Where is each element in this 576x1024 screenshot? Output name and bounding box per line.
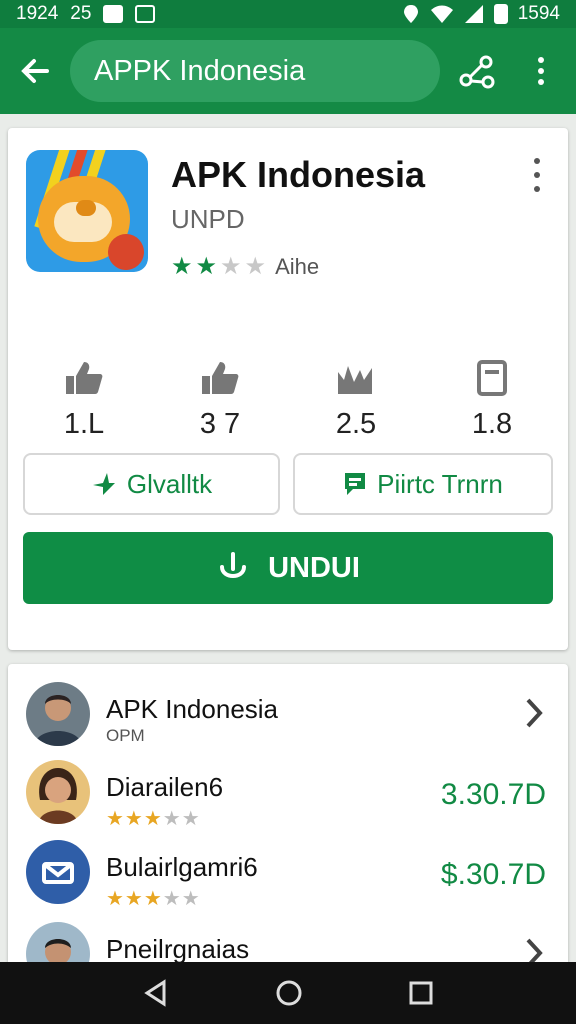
avatar xyxy=(26,682,90,746)
app-bar: APPK Indonesia xyxy=(0,28,576,114)
message-icon xyxy=(345,473,366,495)
nav-recents-icon[interactable] xyxy=(408,980,434,1006)
document-icon xyxy=(477,360,507,396)
stat-2: 3 7 xyxy=(160,358,280,441)
tertiary-action-button[interactable]: Piirtc Trnrn xyxy=(293,453,553,515)
stat-3: 2.5 xyxy=(296,358,416,441)
nav-back-icon[interactable] xyxy=(142,979,170,1007)
secondary-action-button[interactable]: Glvalltk xyxy=(23,453,280,515)
share-icon[interactable] xyxy=(456,50,498,92)
search-field[interactable]: APPK Indonesia xyxy=(70,40,440,102)
nav-home-icon[interactable] xyxy=(274,978,304,1008)
developer-name[interactable]: UNPD xyxy=(171,204,245,235)
image-icon xyxy=(135,5,156,23)
star-empty-icon: ★ xyxy=(220,253,242,280)
list-item[interactable]: Diarailen6 ★★★★★ 3.30.7D xyxy=(8,750,568,834)
bolt-icon xyxy=(92,473,115,495)
related-apps-list: APK Indonesia OPM Diarailen6 ★★★★★ 3.30.… xyxy=(8,664,568,984)
app-title: APK Indonesia xyxy=(171,154,426,195)
download-icon xyxy=(220,552,247,578)
list-item[interactable]: APK Indonesia OPM xyxy=(8,672,568,756)
app-details-card: APK Indonesia UNPD ★ ★ ★ ★ Aihe 1.L 3 7 … xyxy=(8,128,568,650)
status-extra: 25 xyxy=(70,3,92,24)
rating-label: Aihe xyxy=(275,253,320,279)
star-icon: ★ xyxy=(171,253,193,280)
notification-icon xyxy=(103,5,124,23)
app-more-button[interactable] xyxy=(530,158,544,192)
status-clock: 1594 xyxy=(517,3,560,24)
install-button[interactable]: UNDUI xyxy=(23,532,553,604)
star-icon: ★ xyxy=(195,253,218,280)
location-icon xyxy=(403,5,418,23)
rating: ★★★★★ xyxy=(106,808,201,830)
avatar xyxy=(26,840,90,904)
wifi-icon xyxy=(430,5,453,23)
status-time: 1924 xyxy=(16,3,59,24)
app-icon xyxy=(26,150,148,272)
rating: ★★★★★ xyxy=(106,888,201,910)
chart-icon xyxy=(338,366,372,394)
status-bar: 1924 25 1594 xyxy=(0,0,576,28)
star-empty-icon: ★ xyxy=(244,253,267,280)
stat-4: 1.8 xyxy=(432,358,552,441)
rating: ★ ★ ★ ★ Aihe xyxy=(171,252,319,281)
price-label: $.30.7D xyxy=(440,858,546,891)
back-button[interactable] xyxy=(0,28,70,114)
stat-1: 1.L xyxy=(24,358,144,441)
chevron-right-icon xyxy=(526,698,543,728)
system-nav-bar xyxy=(0,962,576,1024)
like-icon xyxy=(202,362,239,394)
back-arrow-icon xyxy=(21,59,49,83)
price-label: 3.30.7D xyxy=(440,778,546,811)
battery-icon xyxy=(493,4,508,24)
list-item[interactable]: Bulairlgamri6 ★★★★★ $.30.7D xyxy=(8,830,568,914)
signal-icon xyxy=(464,5,483,23)
overflow-menu-button[interactable] xyxy=(526,50,556,92)
avatar xyxy=(26,760,90,824)
thumbs-up-icon xyxy=(66,362,103,394)
